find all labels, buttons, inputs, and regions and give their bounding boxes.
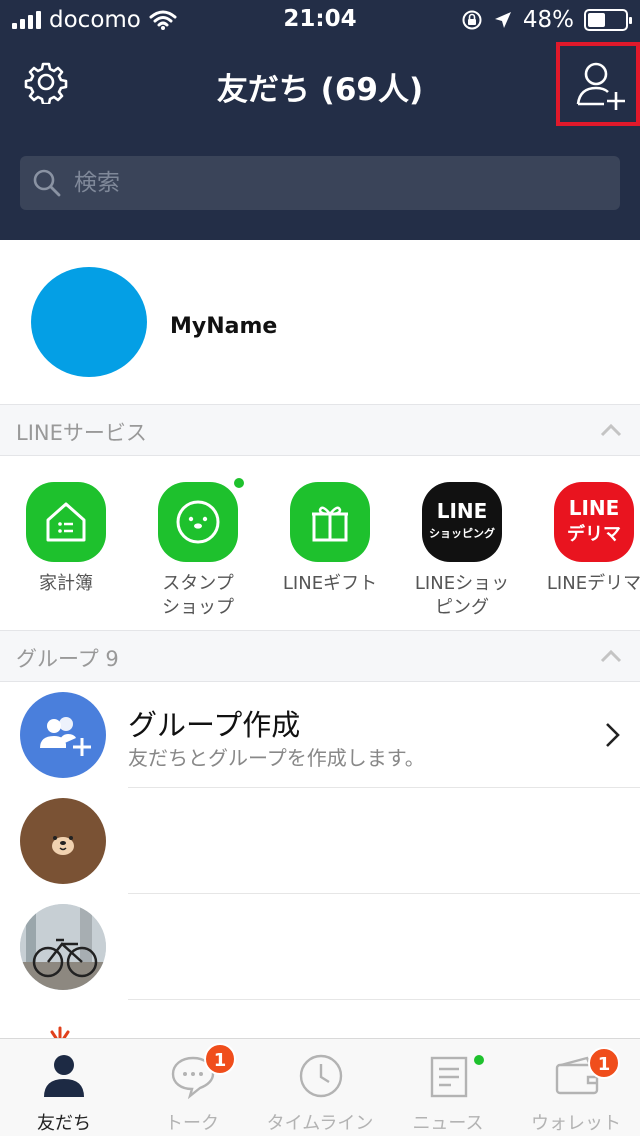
service-kakeibo[interactable]: 家計簿 [0, 482, 132, 596]
my-name: MyName [170, 314, 278, 339]
tab-talk[interactable]: 1 トーク [128, 1039, 256, 1136]
rotation-lock-icon [462, 10, 482, 30]
battery-icon [584, 9, 632, 31]
my-avatar [31, 267, 147, 377]
create-group-icon [20, 692, 106, 778]
friends-icon [44, 1055, 84, 1097]
tab-label: トーク [165, 1113, 219, 1134]
line-shopping-icon: LINE ショッピング [422, 482, 502, 562]
collapse-chevron-icon [600, 649, 622, 663]
create-group-subtitle: 友だちとグループを作成します。 [128, 746, 425, 770]
services-section-header[interactable]: LINEサービス [0, 404, 640, 456]
group-avatar [20, 798, 106, 884]
page-title: 友だち (69人) [216, 72, 424, 108]
new-dot-indicator [474, 1055, 484, 1065]
gift-icon [290, 482, 370, 562]
group-avatar [20, 904, 106, 990]
household-ledger-icon [26, 482, 106, 562]
tab-timeline[interactable]: タイムライン [256, 1039, 384, 1136]
service-label: スタンプ ショップ [162, 573, 234, 618]
service-line-shopping[interactable]: LINE ショッピング LINEショッ ピング [396, 482, 528, 620]
tab-wallet[interactable]: 1 ウォレット [512, 1039, 640, 1136]
search-icon [33, 169, 61, 197]
location-arrow-icon [494, 12, 511, 28]
tab-friends[interactable]: 友だち [0, 1039, 128, 1136]
my-profile-row[interactable]: MyName [0, 240, 640, 404]
sticker-shop-icon [158, 478, 244, 562]
create-group-title: グループ作成 [128, 708, 301, 742]
service-label: LINEギフト [282, 573, 378, 594]
unread-badge: 1 [204, 1043, 236, 1075]
groups-section-title: グループ 9 [16, 647, 119, 671]
create-group-row[interactable]: グループ作成 友だちとグループを作成します。 [0, 682, 640, 788]
line-delima-icon: LINE デリマ [554, 482, 634, 562]
group-row[interactable] [0, 894, 640, 1000]
services-section-title: LINEサービス [16, 421, 147, 445]
services-carousel[interactable]: 家計簿 スタンプ ショップ LINEギフト LINE ショッピング LINEショ… [0, 456, 640, 630]
search-input[interactable] [74, 156, 594, 210]
collapse-chevron-icon [600, 423, 622, 437]
add-friend-icon [576, 62, 625, 110]
tab-bar: 友だち 1 トーク タイムライン ニュース 1 ウォレット [0, 1038, 640, 1136]
status-bar: docomo 21:04 48% [0, 0, 640, 40]
news-icon [430, 1056, 468, 1098]
battery-percent: 48% [522, 7, 574, 33]
service-line-gift[interactable]: LINEギフト [264, 482, 396, 596]
service-label: 家計簿 [39, 573, 93, 594]
service-label: LINEデリマ [546, 573, 640, 594]
service-sticker-shop[interactable]: スタンプ ショップ [132, 478, 264, 620]
friends-screen: docomo 21:04 48% 友だち (69人) 検索 MyName LIN… [0, 0, 640, 1136]
tab-label: ニュース [412, 1113, 484, 1134]
group-row[interactable] [0, 788, 640, 894]
tab-news[interactable]: ニュース [384, 1039, 512, 1136]
new-dot-indicator [234, 478, 244, 488]
tab-label: 友だち [37, 1113, 91, 1134]
tab-label: ウォレット [531, 1113, 621, 1134]
groups-section-header[interactable]: グループ 9 [0, 630, 640, 682]
service-line-delima[interactable]: LINE デリマ LINEデリマ [528, 482, 640, 596]
header: docomo 21:04 48% 友だち (69人) 検索 [0, 0, 640, 240]
add-friend-button[interactable] [556, 42, 640, 126]
chevron-right-icon [606, 723, 620, 747]
unread-badge: 1 [588, 1047, 620, 1079]
search-bar[interactable] [20, 156, 620, 210]
timeline-icon [299, 1054, 343, 1098]
service-label: LINEショッ ピング [414, 573, 510, 618]
tab-label: タイムライン [266, 1113, 374, 1134]
group-row[interactable] [0, 1000, 640, 1040]
